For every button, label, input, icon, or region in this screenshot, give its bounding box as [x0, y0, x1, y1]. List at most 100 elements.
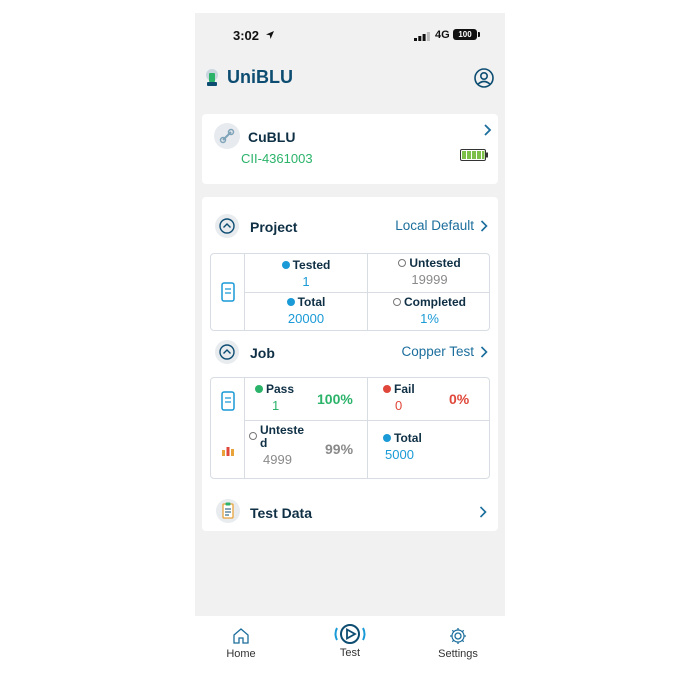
completed-label: Completed [368, 295, 491, 309]
fail-value: 0 [395, 398, 403, 413]
divider [245, 292, 489, 293]
job-section-header: Job Copper Test [202, 338, 498, 366]
clipboard-icon [216, 499, 240, 523]
tested-label: Tested [245, 258, 367, 272]
job-total-label-text: Total [394, 431, 422, 445]
job-pass-stat: Pass 1 [255, 382, 294, 413]
total-label-text: Total [297, 295, 326, 309]
project-section-header: Project Local Default [202, 212, 498, 240]
fail-x-icon [383, 385, 391, 393]
tab-bar: Home Test Settings [195, 616, 505, 689]
collapse-job-button[interactable] [215, 340, 239, 364]
divider [367, 378, 368, 478]
completed-value: 1% [420, 311, 439, 326]
untested-label-text: Untested [409, 256, 461, 270]
chevron-right-icon [479, 506, 487, 518]
device-id: CII-4361003 [241, 151, 313, 166]
job-untested-value: 4999 [263, 452, 292, 467]
tab-settings[interactable]: Settings [423, 626, 493, 660]
job-title: Job [250, 345, 275, 361]
untested-label: Untested [368, 256, 491, 270]
completed-label-text: Completed [403, 295, 466, 309]
total-label: Total [245, 295, 367, 309]
phone-screen: 3:02 4G 100 UniBLU CuBLU CII-4361003 Pro… [195, 13, 505, 689]
untested-clock-icon [249, 432, 257, 440]
tablet-icon [221, 391, 235, 411]
battery-nub [478, 32, 480, 37]
cell-signal-icon [414, 32, 430, 41]
device-name: CuBLU [248, 129, 296, 145]
project-link-label: Local Default [395, 218, 474, 233]
pass-label-text: Pass [266, 382, 295, 396]
project-link[interactable]: Local Default [395, 218, 488, 233]
tab-home-label: Home [226, 648, 256, 660]
divider [245, 420, 489, 421]
job-total-label: Total [383, 431, 422, 445]
completed-refresh-icon [392, 298, 401, 306]
chevron-right-icon [480, 219, 488, 232]
app-header: UniBLU [195, 63, 505, 93]
device-card[interactable]: CuBLU CII-4361003 [202, 114, 498, 184]
job-stats: Pass 1 100% Fail 0 0% Unteste d 4999 99%… [210, 377, 490, 479]
untested-label-part1: Unteste [260, 423, 305, 437]
chevron-up-circle-icon [219, 344, 235, 360]
pass-label: Pass [255, 382, 294, 396]
lantern-logo-icon [206, 69, 218, 86]
tab-test[interactable]: Test [315, 621, 385, 659]
home-icon [233, 628, 249, 644]
total-dot-icon [383, 434, 391, 442]
tablet-icon [221, 282, 235, 302]
job-untested-stat: Unteste d 4999 [249, 424, 304, 467]
status-time: 3:02 [233, 28, 260, 43]
project-side-column [211, 254, 245, 330]
tab-test-label: Test [339, 647, 361, 659]
job-untested-label-text: Unteste d [260, 424, 304, 450]
job-total-value: 5000 [385, 447, 414, 462]
job-link-label: Copper Test [401, 344, 474, 359]
untested-clock-icon [398, 259, 407, 267]
pass-value: 1 [272, 398, 280, 413]
tested-dot-icon [281, 261, 290, 269]
untested-percent: 99% [325, 441, 354, 457]
chevron-right-icon [480, 345, 488, 358]
battery-indicator: 100 [453, 29, 477, 40]
job-side-column [211, 378, 245, 478]
tested-label-text: Tested [292, 258, 331, 272]
test-data-title: Test Data [250, 505, 312, 521]
app-title: UniBLU [227, 67, 293, 87]
fail-percent: 0% [449, 391, 470, 407]
network-label: 4G [435, 29, 450, 41]
user-circle-icon[interactable] [473, 67, 495, 89]
chevron-right-icon[interactable] [483, 124, 492, 136]
pass-check-icon [255, 385, 263, 393]
gear-icon [450, 628, 466, 644]
total-value: 20000 [287, 311, 325, 326]
fail-label-text: Fail [394, 382, 415, 396]
project-completed-stat: Completed 1% [368, 295, 491, 326]
job-fail-stat: Fail 0 [383, 382, 415, 413]
total-dot-icon [286, 298, 295, 306]
collapse-project-button[interactable] [215, 214, 239, 238]
job-link[interactable]: Copper Test [401, 344, 488, 359]
pass-percent: 100% [317, 391, 353, 407]
location-arrow-icon [266, 31, 274, 39]
play-refresh-icon [334, 624, 366, 644]
project-tested-stat: Tested 1 [245, 258, 367, 289]
chevron-up-circle-icon [219, 218, 235, 234]
cable-tester-icon [214, 123, 240, 149]
battery-full-icon [460, 149, 488, 161]
job-total-stat: Total 5000 [383, 431, 422, 462]
fail-label: Fail [383, 382, 415, 396]
tab-home[interactable]: Home [206, 626, 276, 660]
test-data-row[interactable]: Test Data [202, 497, 498, 527]
project-stats: Tested 1 Untested 19999 Total 20000 Comp… [210, 253, 490, 331]
summary-card: Project Local Default Tested 1 Untested … [202, 197, 498, 531]
tab-settings-label: Settings [438, 648, 478, 660]
untested-value: 19999 [411, 272, 448, 287]
project-title: Project [250, 219, 298, 235]
untested-label-part2: d [260, 436, 268, 450]
tested-value: 1 [302, 274, 310, 289]
job-untested-label: Unteste d [249, 424, 304, 450]
bar-chart-icon [222, 447, 234, 456]
status-bar: 3:02 4G 100 [195, 13, 505, 59]
